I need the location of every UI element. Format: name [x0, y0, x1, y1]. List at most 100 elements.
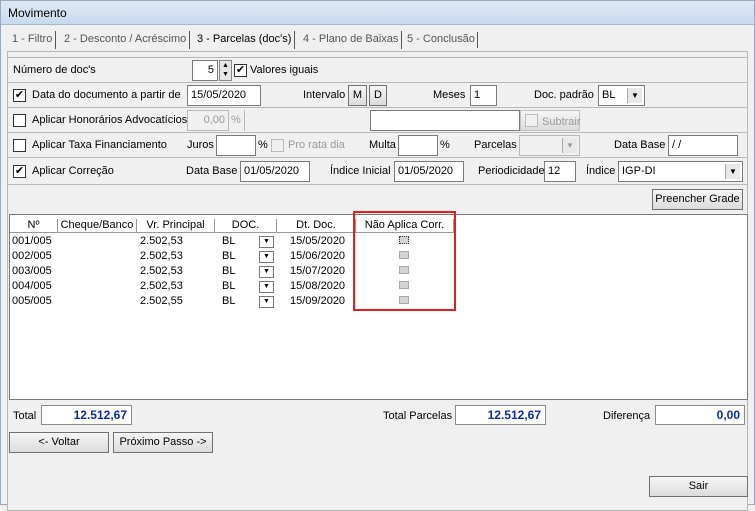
indice-select[interactable]: IGP-DI ▼: [618, 161, 743, 182]
chevron-down-icon: ▼: [562, 138, 577, 153]
meses-label: Meses: [433, 89, 466, 101]
doc-select-arrow[interactable]: ▼: [259, 281, 274, 293]
voltar-button[interactable]: <- Voltar: [9, 432, 109, 453]
col-header-cheque[interactable]: Cheque/Banco: [58, 219, 137, 233]
tab-desconto[interactable]: 2 - Desconto / Acréscimo: [61, 31, 191, 49]
tab-filtro[interactable]: 1 - Filtro: [9, 31, 57, 49]
cell-numero: 001/005: [12, 235, 52, 247]
num-docs-row: Número de doc's 5 ▲ ▼ ✔ Valores iguais: [7, 57, 748, 83]
data-base-label: Data Base: [614, 139, 666, 151]
cell-valor: 2.502,53: [140, 235, 183, 247]
doc-padrao-label: Doc. padrão: [534, 89, 594, 101]
cell-valor: 2.502,53: [140, 250, 183, 262]
indice-value: IGP-DI: [622, 165, 656, 177]
meses-input[interactable]: 1: [470, 85, 497, 106]
tab-parcelas[interactable]: 3 - Parcelas (doc's): [194, 31, 296, 49]
cell-valor: 2.502,55: [140, 295, 183, 307]
cell-dt-doc: 15/07/2020: [290, 265, 346, 277]
valores-iguais-label: Valores iguais: [250, 64, 319, 76]
preencher-grade-button[interactable]: Preencher Grade: [652, 189, 743, 210]
col-header-valor[interactable]: Vr. Principal: [137, 219, 215, 233]
cell-dt-doc: 15/08/2020: [290, 280, 346, 292]
cell-doc: BL: [222, 280, 236, 292]
pro-rata-checkbox[interactable]: [271, 139, 284, 152]
window-title: Movimento: [8, 6, 67, 20]
movimento-window: Movimento 1 - Filtro 2 - Desconto / Acré…: [0, 0, 755, 511]
cell-numero: 002/005: [12, 250, 52, 262]
cell-numero: 005/005: [12, 295, 52, 307]
chevron-down-icon: ▼: [627, 88, 642, 103]
doc-select-arrow[interactable]: ▼: [259, 266, 274, 278]
cell-dt-doc: 15/06/2020: [290, 250, 346, 262]
correcao-label: Aplicar Correção: [32, 165, 114, 177]
valores-iguais-checkbox[interactable]: ✔: [234, 64, 247, 77]
juros-label: Juros: [187, 139, 214, 151]
doc-select-arrow[interactable]: ▼: [259, 251, 274, 263]
tab-divider: [477, 32, 478, 48]
doc-padrao-select[interactable]: BL ▼: [598, 85, 645, 106]
col-header-numero[interactable]: Nº: [10, 219, 58, 233]
total-label: Total: [13, 410, 37, 422]
indice-inicial-input[interactable]: 01/05/2020: [394, 161, 464, 182]
proximo-passo-button[interactable]: Próximo Passo ->: [113, 432, 213, 453]
num-docs-input[interactable]: 5: [192, 60, 218, 81]
cell-doc: BL: [222, 235, 236, 247]
indice-label: Índice: [586, 165, 616, 177]
diferenca-value: 0,00: [655, 405, 745, 425]
col-header-dt-doc[interactable]: Dt. Doc.: [277, 219, 356, 233]
highlight-box: [353, 211, 456, 311]
parcelas-select[interactable]: ▼: [519, 135, 580, 156]
parcelas-label: Parcelas: [474, 139, 517, 151]
periodicidade-input[interactable]: 12: [544, 161, 576, 182]
honorarios-description-input[interactable]: [370, 110, 520, 131]
data-documento-checkbox[interactable]: ✔: [13, 89, 26, 102]
data-documento-input[interactable]: 15/05/2020: [187, 85, 261, 106]
cell-valor: 2.502,53: [140, 265, 183, 277]
indice-inicial-label: Índice Inicial: [330, 165, 391, 177]
taxa-financiamento-checkbox[interactable]: [13, 139, 26, 152]
subtrair-toggle[interactable]: Subtrair: [520, 110, 581, 131]
cell-doc: BL: [222, 250, 236, 262]
honorarios-divider: [244, 110, 245, 131]
data-base-correcao-label: Data Base: [186, 165, 238, 177]
correcao-row: ✔ Aplicar Correção Data Base 01/05/2020 …: [7, 157, 748, 185]
juros-pct: %: [258, 139, 268, 151]
honorarios-input[interactable]: 0,00: [187, 110, 229, 131]
sair-button[interactable]: Sair: [649, 476, 748, 497]
taxa-financiamento-label: Aplicar Taxa Financiamento: [32, 139, 167, 151]
intervalo-label: Intervalo: [303, 89, 346, 101]
doc-select-arrow[interactable]: ▼: [259, 236, 274, 248]
multa-input[interactable]: [398, 135, 438, 156]
multa-pct: %: [440, 139, 450, 151]
cell-valor: 2.502,53: [140, 280, 183, 292]
data-base-correcao-input[interactable]: 01/05/2020: [240, 161, 310, 182]
honorarios-row: Aplicar Honorários Advocatícios 0,00 % S…: [7, 107, 748, 133]
correcao-checkbox[interactable]: ✔: [13, 165, 26, 178]
num-docs-spinner[interactable]: ▲ ▼: [219, 60, 232, 81]
periodicidade-label: Periodicidade: [478, 165, 545, 177]
num-docs-label: Número de doc's: [13, 64, 96, 76]
multa-label: Multa: [369, 139, 396, 151]
intervalo-d-button[interactable]: D: [369, 85, 387, 106]
subtrair-checkbox: [525, 114, 538, 127]
intervalo-m-button[interactable]: M: [348, 85, 367, 106]
tab-conclusao[interactable]: 5 - Conclusão: [404, 31, 478, 49]
cell-doc: BL: [222, 295, 236, 307]
col-header-doc[interactable]: DOC.: [215, 219, 277, 233]
data-documento-label: Data do documento a partir de: [32, 89, 181, 101]
doc-select-arrow[interactable]: ▼: [259, 296, 274, 308]
data-base-input[interactable]: / /: [668, 135, 738, 156]
taxa-financiamento-row: Aplicar Taxa Financiamento Juros % Pro r…: [7, 132, 748, 158]
title-bar: Movimento: [1, 1, 754, 25]
tab-plano-baixas[interactable]: 4 - Plano de Baixas: [300, 31, 403, 49]
honorarios-checkbox[interactable]: [13, 114, 26, 127]
cell-dt-doc: 15/09/2020: [290, 295, 346, 307]
data-documento-row: ✔ Data do documento a partir de 15/05/20…: [7, 82, 748, 108]
honorarios-pct: %: [231, 114, 241, 126]
total-value: 12.512,67: [41, 405, 132, 425]
cell-dt-doc: 15/05/2020: [290, 235, 346, 247]
chevron-down-icon: ▼: [725, 164, 740, 179]
subtrair-label: Subtrair: [542, 116, 581, 128]
juros-input[interactable]: [216, 135, 256, 156]
total-parcelas-label: Total Parcelas: [383, 410, 453, 422]
